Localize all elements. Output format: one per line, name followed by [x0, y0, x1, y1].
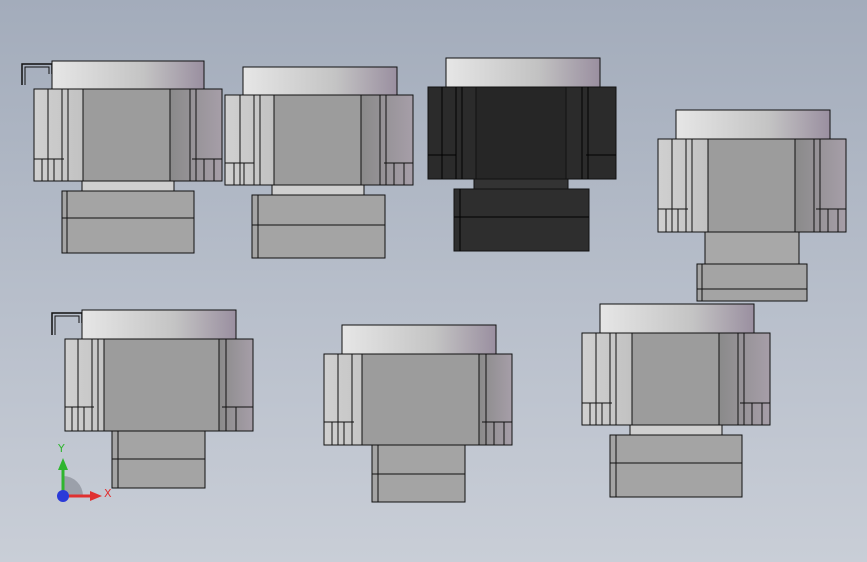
- connector-part-6[interactable]: [322, 324, 517, 506]
- connector-part-1[interactable]: [20, 60, 225, 255]
- x-axis-label: X: [104, 487, 112, 500]
- connector-part-3[interactable]: [426, 57, 621, 254]
- coordinate-triad: Y X: [48, 440, 118, 510]
- connector-part-4[interactable]: [656, 109, 856, 304]
- z-axis-dot: [57, 490, 69, 502]
- connector-part-2[interactable]: [224, 66, 419, 261]
- cad-viewport[interactable]: Y X: [0, 0, 867, 562]
- connector-part-7[interactable]: [580, 303, 775, 500]
- y-axis-label: Y: [58, 442, 65, 455]
